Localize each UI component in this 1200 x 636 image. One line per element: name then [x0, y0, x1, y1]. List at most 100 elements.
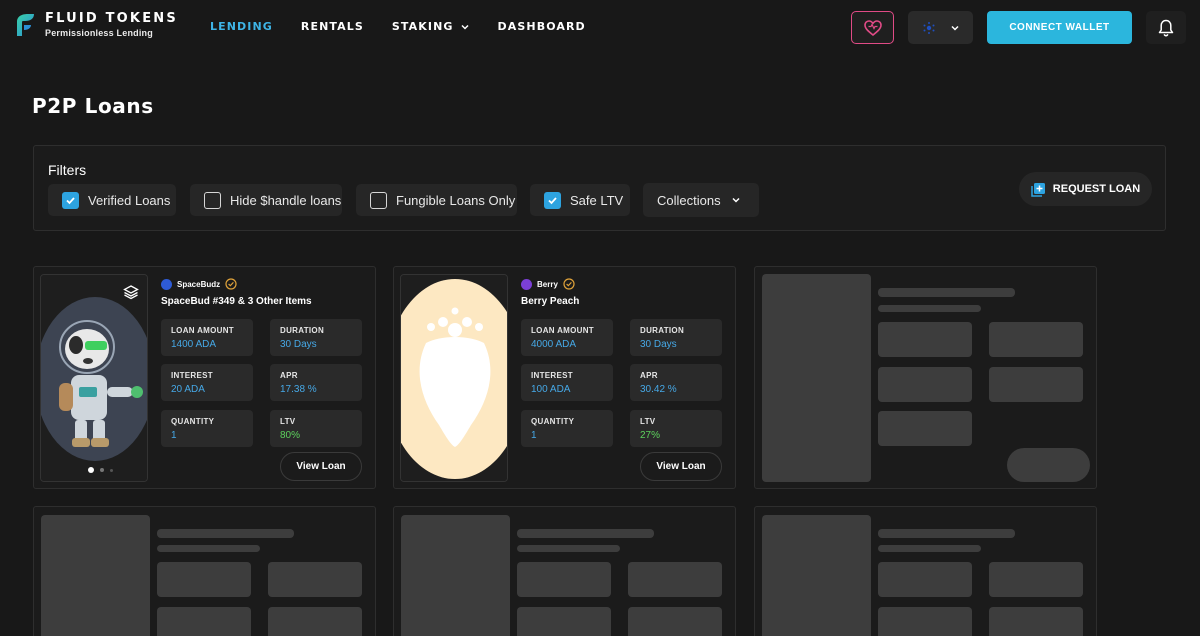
loan-card[interactable]: Berry Berry Peach LOAN AMOUNT 4000 ADA DU… [393, 266, 736, 489]
stat-label: LOAN AMOUNT [171, 326, 234, 335]
filter-label: Verified Loans [88, 192, 171, 208]
loading-card-skeleton [393, 506, 736, 636]
skeleton-block [878, 562, 972, 597]
nav-dashboard[interactable]: DASHBOARD [498, 20, 586, 33]
berry-peach-image [401, 275, 507, 481]
skeleton-block [517, 607, 611, 636]
verified-badge-icon [563, 278, 575, 290]
nav-lending-label: LENDING [210, 20, 273, 33]
skeleton-block [878, 367, 972, 402]
skeleton-block [878, 411, 972, 446]
skeleton-image [41, 515, 150, 636]
stat-label: LTV [280, 417, 296, 426]
collections-dropdown[interactable]: Collections [643, 183, 759, 217]
carousel-dot[interactable] [88, 467, 94, 473]
skeleton-line [157, 545, 260, 552]
skeleton-block [628, 607, 722, 636]
filter-hide-handle-loans[interactable]: Hide $handle loans [190, 184, 342, 216]
stat-value: 1 [171, 430, 177, 441]
stat-label: DURATION [280, 326, 325, 335]
skeleton-block [157, 607, 251, 636]
stat-value: 17.38 % [280, 384, 317, 395]
skeleton-block [989, 367, 1083, 402]
view-loan-button[interactable]: View Loan [280, 452, 362, 481]
stat-value: 4000 ADA [531, 339, 577, 350]
loan-title: SpaceBud #349 & 3 Other Items [161, 296, 312, 307]
skeleton-block [989, 562, 1083, 597]
page-title: P2P Loans [32, 94, 154, 118]
stat-loan-amount: LOAN AMOUNT 4000 ADA [521, 319, 613, 356]
stat-duration: DURATION 30 Days [270, 319, 362, 356]
network-selector[interactable] [908, 11, 973, 44]
stat-interest: INTEREST 20 ADA [161, 364, 253, 401]
stat-value: 30 Days [280, 339, 317, 350]
filter-label: Fungible Loans Only [396, 192, 516, 208]
stat-label: QUANTITY [531, 417, 575, 426]
stat-value: 1 [531, 430, 537, 441]
cardano-icon [923, 21, 934, 34]
filter-label: Safe LTV [570, 192, 624, 208]
layers-icon [123, 285, 139, 300]
skeleton-block [268, 562, 362, 597]
stat-label: LOAN AMOUNT [531, 326, 594, 335]
skeleton-block [517, 562, 611, 597]
checkbox-unchecked-icon[interactable] [370, 191, 387, 209]
checkbox-checked-icon[interactable] [544, 191, 561, 209]
nav-dashboard-label: DASHBOARD [497, 20, 586, 33]
collection-name: SpaceBudz [177, 279, 221, 289]
carousel-dot[interactable] [110, 468, 113, 472]
main-nav: LENDING RENTALS STAKING DASHBOARD [210, 20, 614, 33]
nav-lending[interactable]: LENDING [210, 20, 273, 33]
carousel-dots[interactable] [88, 467, 113, 473]
stat-ltv: LTV 80% [270, 410, 362, 447]
skeleton-line [878, 545, 981, 552]
skeleton-line [878, 288, 1015, 297]
add-document-icon [1031, 182, 1045, 197]
skeleton-block [989, 322, 1083, 357]
filter-safe-ltv[interactable]: Safe LTV [530, 184, 630, 216]
collections-label: Collections [657, 192, 721, 208]
nft-image[interactable] [40, 274, 148, 482]
stat-value: 80% [280, 430, 301, 441]
stat-label: INTEREST [531, 371, 573, 380]
skeleton-block [878, 322, 972, 357]
filter-fungible-loans-only[interactable]: Fungible Loans Only [356, 184, 517, 216]
stat-value: 20 ADA [171, 384, 205, 395]
carousel-dot[interactable] [100, 468, 104, 472]
stat-quantity: QUANTITY 1 [161, 410, 253, 447]
stat-value: 100 ADA [531, 384, 571, 395]
nav-rentals[interactable]: RENTALS [301, 20, 364, 33]
checkbox-unchecked-icon[interactable] [204, 191, 221, 209]
notifications-button[interactable] [1146, 11, 1186, 44]
favorites-button[interactable] [851, 11, 894, 44]
connect-wallet-button[interactable]: CONNECT WALLET [987, 11, 1132, 44]
spacebud-image [41, 275, 147, 481]
brand-logo[interactable]: FLUID TOKENS Permissionless Lending [14, 12, 178, 38]
loan-card[interactable]: SpaceBudz SpaceBud #349 & 3 Other Items … [33, 266, 376, 489]
skeleton-block [628, 562, 722, 597]
skeleton-line [517, 529, 654, 538]
nft-image[interactable] [400, 274, 508, 482]
filter-verified-loans[interactable]: Verified Loans [48, 184, 176, 216]
filters-panel: Filters Verified Loans Hide $handle loan… [33, 145, 1166, 231]
filter-label: Hide $handle loans [230, 192, 342, 208]
stat-value: 30.42 % [640, 384, 677, 395]
chevron-down-icon [732, 197, 740, 203]
stat-loan-amount: LOAN AMOUNT 1400 ADA [161, 319, 253, 356]
checkbox-checked-icon[interactable] [62, 191, 79, 209]
nav-staking[interactable]: STAKING [392, 20, 470, 33]
request-loan-button[interactable]: REQUEST LOAN [1019, 172, 1152, 206]
stat-apr: APR 30.42 % [630, 364, 722, 401]
collection-name: Berry [537, 279, 558, 289]
loan-title: Berry Peach [521, 296, 580, 307]
skeleton-button [1007, 448, 1090, 482]
skeleton-line [878, 305, 981, 312]
top-header: FLUID TOKENS Permissionless Lending LEND… [0, 0, 1200, 56]
view-loan-button[interactable]: View Loan [640, 452, 722, 481]
stat-duration: DURATION 30 Days [630, 319, 722, 356]
chevron-down-icon [950, 25, 959, 31]
stat-interest: INTEREST 100 ADA [521, 364, 613, 401]
stat-label: INTEREST [171, 371, 213, 380]
spacebudz-collection-icon [161, 278, 172, 290]
skeleton-block [157, 562, 251, 597]
